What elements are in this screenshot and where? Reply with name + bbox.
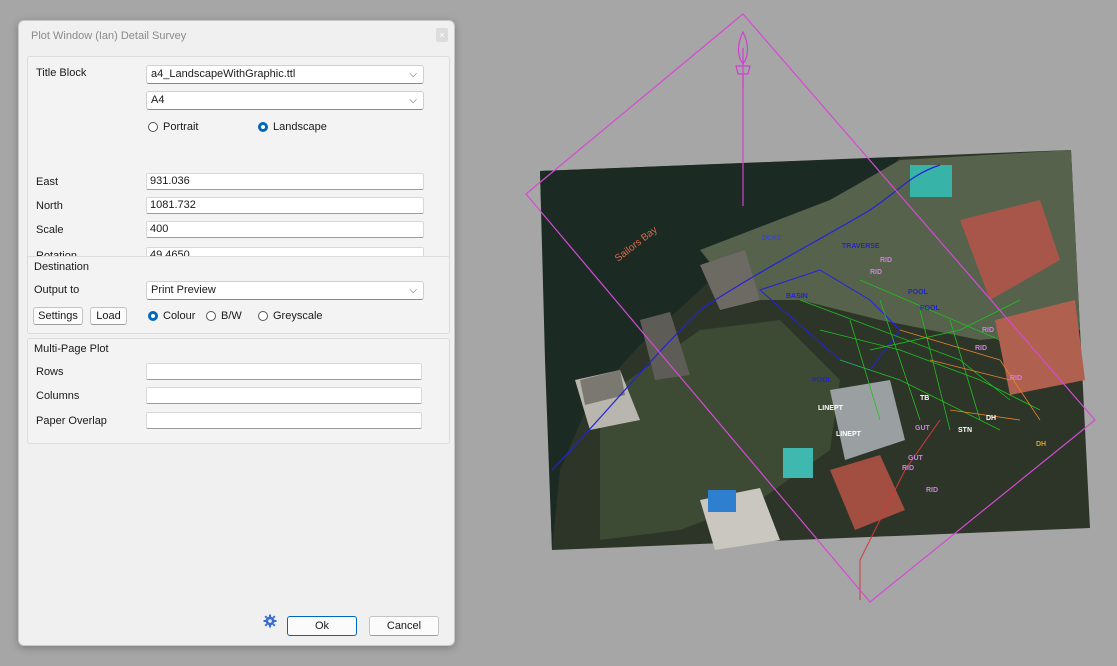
cancel-button[interactable]: Cancel bbox=[369, 616, 439, 636]
map-label: DH bbox=[1036, 441, 1046, 448]
title-block-select[interactable]: a4_LandscapeWithGraphic.ttl ⌵ bbox=[146, 65, 424, 84]
map-label: GUT bbox=[915, 425, 931, 432]
title-block-value: a4_LandscapeWithGraphic.ttl bbox=[151, 68, 296, 80]
map-label: STN bbox=[958, 427, 972, 434]
pool bbox=[783, 448, 813, 478]
bw-label: B/W bbox=[221, 310, 242, 322]
map-label: RID bbox=[902, 465, 914, 472]
paper-overlap-input[interactable] bbox=[146, 412, 422, 429]
colour-label: Colour bbox=[163, 310, 196, 322]
destination-group: Destination Output to Print Preview ⌵ Se… bbox=[27, 256, 450, 334]
load-button[interactable]: Load bbox=[90, 307, 127, 325]
map-label: DH bbox=[986, 415, 996, 422]
output-to-value: Print Preview bbox=[151, 284, 216, 296]
map-label: RID bbox=[975, 345, 987, 352]
map-label: POOL bbox=[920, 305, 941, 312]
radio-icon bbox=[148, 122, 158, 132]
gear-icon[interactable] bbox=[263, 614, 277, 628]
greyscale-radio[interactable]: Greyscale bbox=[258, 310, 323, 322]
scale-label: Scale bbox=[36, 224, 64, 236]
map-label: RID bbox=[982, 327, 994, 334]
output-to-select[interactable]: Print Preview ⌵ bbox=[146, 281, 424, 300]
columns-label: Columns bbox=[36, 390, 80, 402]
rows-label: Rows bbox=[36, 366, 64, 378]
map-label: LINEPT bbox=[836, 431, 862, 438]
paper-size-select[interactable]: A4 ⌵ bbox=[146, 91, 424, 110]
output-to-label: Output to bbox=[34, 284, 80, 296]
rows-input[interactable] bbox=[146, 363, 422, 380]
close-icon[interactable]: × bbox=[436, 28, 448, 42]
map-label: GUT bbox=[908, 455, 924, 462]
map-label: POOL bbox=[812, 377, 833, 384]
radio-selected-icon bbox=[148, 311, 158, 321]
pool bbox=[910, 165, 952, 197]
landscape-label: Landscape bbox=[273, 121, 327, 133]
bw-radio[interactable]: B/W bbox=[206, 310, 242, 322]
settings-button[interactable]: Settings bbox=[33, 307, 83, 325]
chevron-down-icon: ⌵ bbox=[409, 69, 417, 80]
portrait-radio[interactable]: Portrait bbox=[148, 121, 198, 133]
map-label: RID bbox=[880, 257, 892, 264]
map-label: TRAVERSE bbox=[842, 243, 880, 250]
map-label: TB bbox=[920, 395, 929, 402]
ok-button[interactable]: Ok bbox=[287, 616, 357, 636]
east-input[interactable] bbox=[146, 173, 424, 190]
pool bbox=[708, 490, 736, 512]
title-block-label: Title Block bbox=[36, 67, 87, 79]
greyscale-label: Greyscale bbox=[273, 310, 323, 322]
scale-input[interactable] bbox=[146, 221, 424, 238]
dialog-title: Plot Window (Ian) Detail Survey bbox=[31, 30, 187, 42]
title-block-group: Title Block a4_LandscapeWithGraphic.ttl … bbox=[27, 56, 450, 272]
multipage-heading: Multi-Page Plot bbox=[34, 343, 109, 355]
map-label: RID bbox=[1010, 375, 1022, 382]
radio-icon bbox=[206, 311, 216, 321]
destination-heading: Destination bbox=[34, 261, 90, 273]
east-label: East bbox=[36, 176, 59, 188]
map-label: BASIN bbox=[786, 293, 808, 300]
chevron-down-icon: ⌵ bbox=[409, 95, 417, 106]
map-label: DCKE bbox=[762, 235, 782, 242]
dialog-titlebar[interactable]: Plot Window (Ian) Detail Survey bbox=[19, 21, 454, 51]
map-label: RID bbox=[870, 269, 882, 276]
colour-radio[interactable]: Colour bbox=[148, 310, 195, 322]
map-label: RID bbox=[926, 487, 938, 494]
radio-icon bbox=[258, 311, 268, 321]
landscape-radio[interactable]: Landscape bbox=[258, 121, 327, 133]
north-input[interactable] bbox=[146, 197, 424, 214]
columns-input[interactable] bbox=[146, 387, 422, 404]
map-label: POOL bbox=[908, 289, 929, 296]
plot-window-dialog: Plot Window (Ian) Detail Survey × Title … bbox=[18, 20, 455, 646]
paper-size-value: A4 bbox=[151, 94, 165, 106]
chevron-down-icon: ⌵ bbox=[409, 285, 417, 296]
map-label: LINEPT bbox=[818, 405, 844, 412]
paper-overlap-label: Paper Overlap bbox=[36, 415, 107, 427]
multipage-group: Multi-Page Plot Rows Columns Paper Overl… bbox=[27, 338, 450, 444]
portrait-label: Portrait bbox=[163, 121, 199, 133]
radio-selected-icon bbox=[258, 122, 268, 132]
north-label: North bbox=[36, 200, 63, 212]
